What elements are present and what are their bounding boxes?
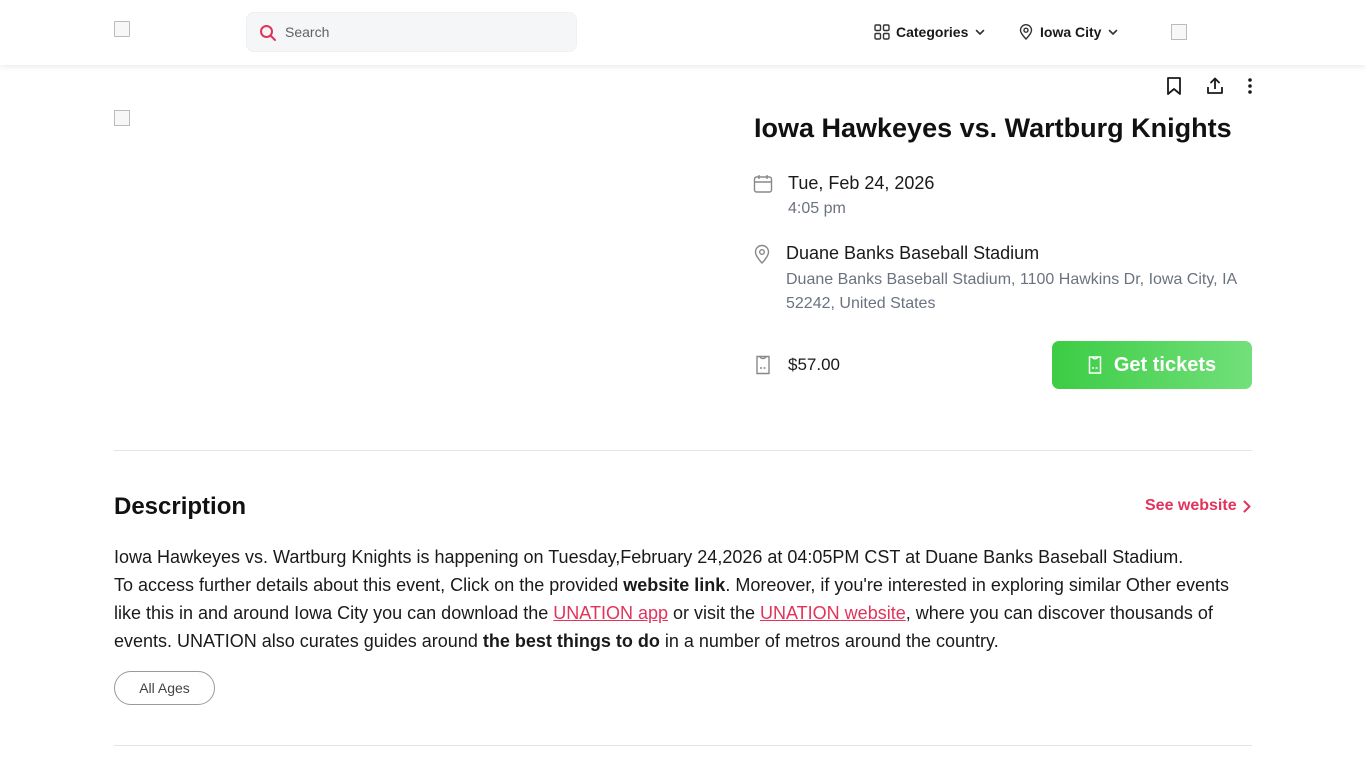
description-body: Iowa Hawkeyes vs. Wartburg Knights is ha… [114, 543, 1254, 655]
venue-name: Duane Banks Baseball Stadium [786, 243, 1040, 263]
top-header: Categories Iowa City [0, 0, 1366, 65]
search-input[interactable] [285, 13, 565, 51]
share-button[interactable] [1204, 75, 1226, 97]
best-things-text: the best things to do [482, 631, 660, 651]
location-dropdown[interactable]: Iowa City [1018, 20, 1119, 44]
description-paragraph: To access further details about this eve… [114, 571, 1254, 655]
categories-dropdown[interactable]: Categories [874, 20, 986, 44]
chevron-down-icon [976, 29, 985, 35]
see-website-link[interactable]: See website [1145, 497, 1251, 515]
event-title: Iowa Hawkeyes vs. Wartburg Knights [754, 113, 1232, 143]
grid-icon [874, 24, 890, 40]
age-tag[interactable]: All Ages [114, 671, 215, 705]
description-line-1: Iowa Hawkeyes vs. Wartburg Knights is ha… [114, 547, 1184, 567]
section-divider [114, 745, 1252, 746]
event-time: 4:05 pm [788, 200, 846, 217]
description-text: To access further details about this eve… [114, 575, 624, 595]
calendar-icon [753, 175, 773, 193]
user-avatar[interactable] [1171, 24, 1187, 40]
unation-app-link[interactable]: UNATION app [553, 603, 668, 623]
section-divider [114, 450, 1252, 451]
ticket-icon [756, 355, 770, 375]
get-tickets-label: Get tickets [1113, 353, 1217, 376]
description-text: or visit the [667, 603, 761, 623]
ticket-price: $57.00 [788, 355, 840, 374]
get-tickets-button[interactable]: Get tickets [1052, 341, 1252, 389]
search-bar[interactable] [246, 12, 577, 52]
description-text: in a number of metros around the country… [659, 631, 999, 651]
more-vertical-icon [1248, 78, 1252, 94]
site-logo[interactable] [114, 21, 130, 37]
categories-label: Categories [896, 24, 969, 40]
event-image [114, 110, 130, 126]
share-icon [1207, 77, 1223, 94]
website-link-text: website link [623, 575, 726, 595]
chevron-down-icon [1109, 29, 1118, 35]
search-icon [260, 25, 276, 41]
location-pin-icon [754, 244, 770, 264]
event-date: Tue, Feb 24, 2026 [788, 173, 935, 193]
description-heading: Description [114, 493, 247, 520]
location-pin-icon [1019, 24, 1033, 40]
bookmark-button[interactable] [1163, 75, 1185, 97]
venue-address: Duane Banks Baseball Stadium, 1100 Hawki… [786, 271, 1237, 312]
ticket-icon [1088, 356, 1102, 374]
see-website-label: See website [1145, 497, 1237, 514]
chevron-right-icon [1243, 500, 1251, 512]
unation-website-link[interactable]: UNATION website [760, 603, 906, 623]
bookmark-icon [1167, 77, 1181, 95]
location-label: Iowa City [1040, 24, 1102, 40]
more-options-button[interactable] [1239, 75, 1261, 97]
